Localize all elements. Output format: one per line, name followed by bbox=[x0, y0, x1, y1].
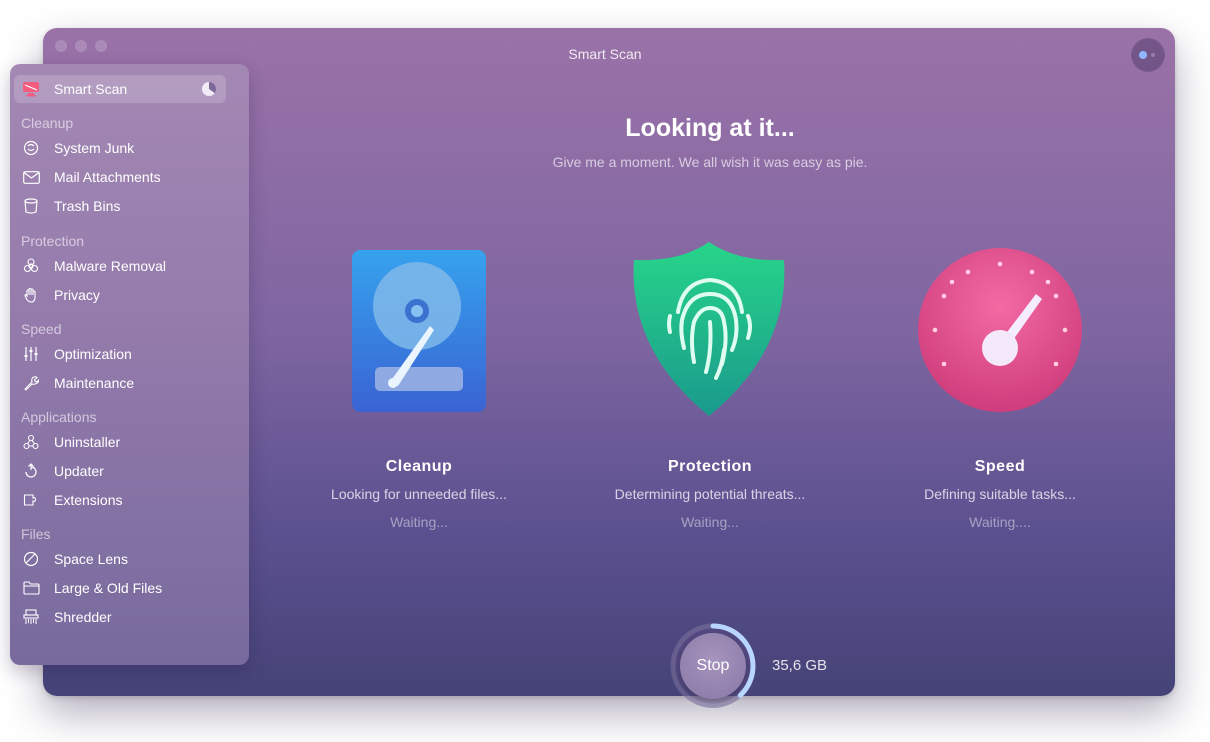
sidebar-item-label: Updater bbox=[54, 463, 104, 479]
sidebar-item-label: Smart Scan bbox=[54, 81, 128, 97]
section-heading-cleanup: Cleanup bbox=[21, 115, 74, 131]
sidebar-item-shredder[interactable]: Shredder bbox=[14, 603, 226, 631]
module-title: Cleanup bbox=[385, 458, 453, 475]
module-status: Waiting.... bbox=[969, 514, 1031, 530]
sidebar-item-uninstaller[interactable]: Uninstaller bbox=[14, 428, 226, 456]
assistant-dot-small-icon bbox=[1151, 53, 1155, 57]
folder-icon bbox=[22, 579, 40, 597]
module-description: Determining potential threats... bbox=[614, 486, 806, 502]
sidebar-item-privacy[interactable]: Privacy bbox=[14, 281, 226, 309]
sliders-icon bbox=[22, 345, 40, 363]
page-subtitle: Give me a moment. We all wish it was eas… bbox=[552, 154, 868, 170]
sidebar-item-smart-scan[interactable]: Smart Scan bbox=[14, 75, 226, 103]
section-heading-files: Files bbox=[21, 526, 51, 542]
sidebar-item-label: Space Lens bbox=[54, 551, 128, 567]
sidebar-item-updater[interactable]: Updater bbox=[14, 457, 226, 485]
shield-fingerprint-icon bbox=[633, 242, 785, 416]
assistant-button[interactable] bbox=[1131, 38, 1165, 72]
sidebar-item-label: Uninstaller bbox=[54, 434, 121, 450]
sidebar-item-label: Optimization bbox=[54, 346, 132, 362]
monitor-icon bbox=[22, 80, 40, 98]
assistant-dot-icon bbox=[1139, 51, 1147, 59]
sidebar-item-label: Extensions bbox=[54, 492, 123, 508]
junk-icon bbox=[22, 139, 40, 157]
module-description: Looking for unneeded files... bbox=[331, 486, 507, 502]
shredder-icon bbox=[22, 608, 40, 626]
extensions-icon bbox=[22, 491, 40, 509]
trash-icon bbox=[22, 197, 40, 215]
module-title: Protection bbox=[667, 458, 753, 475]
section-heading-applications: Applications bbox=[21, 409, 97, 425]
lens-icon bbox=[22, 550, 40, 568]
sidebar-item-maintenance[interactable]: Maintenance bbox=[14, 369, 226, 397]
page-title: Looking at it... bbox=[625, 114, 795, 142]
scan-progress-icon bbox=[202, 82, 216, 96]
module-title: Speed bbox=[974, 458, 1026, 475]
sidebar-item-label: Privacy bbox=[54, 287, 100, 303]
sidebar-item-optimization[interactable]: Optimization bbox=[14, 340, 226, 368]
sidebar-item-label: Large & Old Files bbox=[54, 580, 163, 596]
sidebar-item-label: Maintenance bbox=[54, 375, 135, 391]
sidebar-item-label: Shredder bbox=[54, 609, 112, 625]
module-status: Waiting... bbox=[390, 514, 448, 530]
wrench-icon bbox=[22, 374, 40, 392]
sidebar-item-space-lens[interactable]: Space Lens bbox=[14, 545, 226, 573]
module-status: Waiting... bbox=[681, 514, 739, 530]
sidebar-item-mail-attachments[interactable]: Mail Attachments bbox=[14, 163, 226, 191]
biohazard-icon bbox=[22, 257, 40, 275]
sidebar-item-label: Mail Attachments bbox=[54, 169, 161, 185]
scanned-size: 35,6 GB bbox=[772, 657, 828, 674]
uninstaller-icon bbox=[22, 433, 40, 451]
sidebar-item-trash-bins[interactable]: Trash Bins bbox=[14, 192, 226, 220]
sidebar-item-label: Malware Removal bbox=[54, 258, 167, 274]
stop-button[interactable]: Stop bbox=[680, 633, 746, 699]
sidebar-item-label: Trash Bins bbox=[54, 198, 121, 214]
window-title: Smart Scan bbox=[568, 46, 642, 62]
section-heading-protection: Protection bbox=[21, 233, 85, 249]
update-icon bbox=[22, 462, 40, 480]
sidebar-item-label: System Junk bbox=[54, 140, 135, 156]
speedometer-icon bbox=[918, 248, 1082, 412]
section-heading-speed: Speed bbox=[21, 321, 62, 337]
sidebar-item-malware-removal[interactable]: Malware Removal bbox=[14, 252, 226, 280]
hard-drive-icon bbox=[352, 250, 486, 412]
hand-icon bbox=[22, 286, 40, 304]
sidebar-item-large-old-files[interactable]: Large & Old Files bbox=[14, 574, 226, 602]
envelope-icon bbox=[22, 168, 40, 186]
sidebar-item-extensions[interactable]: Extensions bbox=[14, 486, 226, 514]
module-description: Defining suitable tasks... bbox=[924, 486, 1076, 502]
sidebar-item-system-junk[interactable]: System Junk bbox=[14, 134, 226, 162]
